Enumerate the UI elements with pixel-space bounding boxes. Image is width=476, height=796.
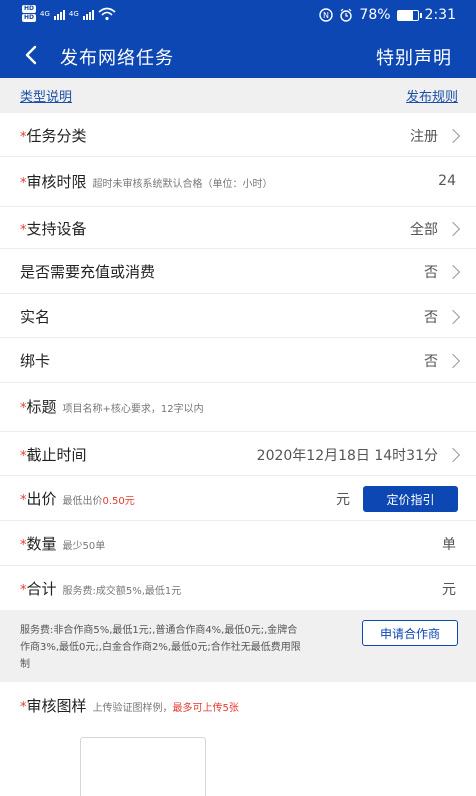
chevron-right-icon: [445, 447, 461, 463]
chevron-right-icon: [445, 221, 461, 237]
total-label: *合计 服务费:成交额5%,最低1元: [20, 580, 182, 598]
back-arrow-icon[interactable]: [20, 42, 44, 68]
battery-percent: 78%: [359, 7, 391, 23]
chevron-right-icon: [445, 353, 461, 369]
device-value: 全部: [410, 222, 438, 238]
category-row[interactable]: *任务分类 注册: [0, 113, 476, 157]
title-input-placeholder: 项目名称+核心要求，12字以内: [62, 404, 204, 415]
recharge-row[interactable]: 是否需要充值或消费 否: [0, 249, 476, 294]
review-time-hint: 超时未审核系统默认合格（单位：小时）: [92, 179, 273, 190]
category-value: 注册: [410, 129, 438, 145]
quantity-row[interactable]: *数量 最少50单 单: [0, 521, 476, 566]
signal-group: HD HD 4G 4G: [22, 5, 116, 22]
price-label: *出价 最低出价0.50元: [20, 490, 135, 508]
service-fee-text: 服务费:非合作商5%,最低1元;,普通合作商4%,最低0元;,金牌合作商3%,最…: [20, 625, 301, 670]
category-label: *任务分类: [20, 127, 87, 145]
network-type-1: 4G: [40, 9, 50, 18]
quantity-label: *数量 最少50单: [20, 535, 106, 553]
chevron-right-icon: [445, 128, 461, 144]
status-right: N 78% 2:31: [319, 7, 456, 23]
wifi-icon: [98, 7, 116, 20]
total-unit: 元: [442, 582, 456, 598]
review-sample-row: *审核图样 上传验证图样例，最多可上传5张: [0, 682, 476, 732]
review-time-label: *审核时限 超时未审核系统默认合格（单位：小时）: [20, 173, 273, 191]
price-unit: 元: [336, 492, 350, 508]
signal-icon-2: [82, 8, 94, 20]
title-label: *标题 项目名称+核心要求，12字以内: [20, 398, 204, 416]
price-hint: 最低出价0.50元: [62, 496, 135, 507]
hd-badges: HD HD: [22, 5, 37, 22]
bindcard-label: 绑卡: [20, 352, 51, 370]
deadline-row[interactable]: *截止时间 2020年12月18日 14时31分: [0, 432, 476, 476]
recharge-value: 否: [424, 265, 438, 281]
deadline-label: *截止时间: [20, 446, 87, 464]
help-links-bar: 类型说明 发布规则: [0, 78, 476, 113]
hd-badge-1: HD: [22, 5, 37, 13]
review-time-row[interactable]: *审核时限 超时未审核系统默认合格（单位：小时） 24: [0, 157, 476, 207]
realname-row[interactable]: 实名 否: [0, 294, 476, 338]
total-row: *合计 服务费:成交额5%,最低1元 元: [0, 566, 476, 610]
chevron-right-icon: [445, 264, 461, 280]
review-time-value[interactable]: 24: [438, 173, 456, 189]
upload-image-box[interactable]: [80, 737, 206, 796]
status-bar: HD HD 4G 4G N 78% 2:31: [0, 0, 476, 32]
network-type-2: 4G: [68, 9, 79, 18]
navigation-bar: 发布网络任务 特别声明: [0, 34, 476, 78]
chevron-right-icon: [445, 309, 461, 325]
service-fee-panel: 服务费:非合作商5%,最低1元;,普通合作商4%,最低0元;,金牌合作商3%,最…: [0, 610, 476, 682]
special-statement-link[interactable]: 特别声明: [376, 44, 452, 70]
deadline-value: 2020年12月18日 14时31分: [256, 448, 438, 464]
recharge-label: 是否需要充值或消费: [20, 263, 156, 281]
review-sample-label: *审核图样 上传验证图样例，最多可上传5张: [20, 697, 239, 715]
realname-value: 否: [424, 310, 438, 326]
app-header: HD HD 4G 4G N 78% 2:31 发布网络任务 特别声明: [0, 0, 476, 78]
signal-icon: [53, 8, 65, 20]
pricing-guide-button[interactable]: 定价指引: [363, 486, 458, 512]
quantity-unit: 单: [442, 537, 456, 553]
review-sample-hint: 上传验证图样例，最多可上传5张: [92, 703, 239, 714]
clock: 2:31: [424, 7, 456, 23]
publish-rules-link[interactable]: 发布规则: [406, 86, 458, 105]
apply-partner-button[interactable]: 申请合作商: [362, 620, 458, 646]
price-row: *出价 最低出价0.50元 元 定价指引: [0, 476, 476, 521]
quantity-hint: 最少50单: [62, 541, 106, 552]
hd-badge-2: HD: [22, 14, 37, 22]
alarm-icon: [340, 8, 353, 22]
total-hint: 服务费:成交额5%,最低1元: [62, 586, 182, 597]
type-description-link[interactable]: 类型说明: [20, 86, 72, 105]
nfc-icon: N: [319, 8, 334, 22]
device-row[interactable]: *支持设备 全部: [0, 207, 476, 249]
realname-label: 实名: [20, 308, 51, 326]
page-title: 发布网络任务: [60, 48, 174, 69]
bindcard-value: 否: [424, 354, 438, 370]
title-row[interactable]: *标题 项目名称+核心要求，12字以内: [0, 383, 476, 432]
svg-text:N: N: [323, 11, 329, 20]
bindcard-row[interactable]: 绑卡 否: [0, 338, 476, 383]
device-label: *支持设备: [20, 220, 87, 238]
battery-icon: [396, 9, 422, 21]
